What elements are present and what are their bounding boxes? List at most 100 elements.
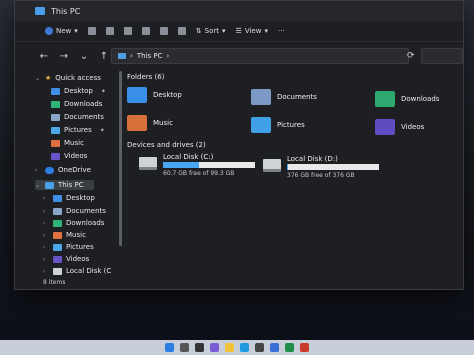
music-icon xyxy=(53,231,62,239)
sidebar-scrollbar[interactable] xyxy=(119,71,122,246)
search-icon[interactable] xyxy=(180,343,189,352)
sidebar-item-pc-pictures[interactable]: › Pictures xyxy=(43,242,94,252)
sidebar-item-local-disk-c[interactable]: › Local Disk (C:) xyxy=(43,266,111,276)
command-bar: New ▾ ⇅ Sort ▾ ☰ View ▾ ··· xyxy=(15,21,463,42)
chevron-right-icon: › xyxy=(43,219,46,227)
sidebar-item-pc-documents[interactable]: › Documents xyxy=(43,206,106,216)
excel-icon[interactable] xyxy=(285,343,294,352)
drive-usage-bar xyxy=(163,162,255,168)
music-icon xyxy=(51,139,60,147)
content-pane: Folders (6) Desktop Documents Downloads … xyxy=(127,69,461,281)
more-options-icon[interactable]: ··· xyxy=(278,27,285,35)
pc-icon xyxy=(45,181,54,189)
folder-tile-downloads[interactable]: Downloads xyxy=(375,91,439,107)
folder-tile-desktop[interactable]: Desktop xyxy=(127,87,182,103)
cut-icon[interactable] xyxy=(87,27,96,35)
rename-icon[interactable] xyxy=(141,27,150,35)
sidebar-item-onedrive[interactable]: › OneDrive xyxy=(35,165,91,175)
desktop-icon xyxy=(51,87,60,95)
sidebar-item-pictures[interactable]: Pictures ✦ xyxy=(51,125,105,135)
sidebar-item-this-pc[interactable]: ⌄ This PC xyxy=(35,180,94,190)
chevron-down-icon: ⌄ xyxy=(35,181,41,189)
star-icon: ★ xyxy=(45,74,52,82)
back-arrow-icon[interactable]: ← xyxy=(37,51,51,62)
share-icon[interactable] xyxy=(159,27,168,35)
store-icon[interactable] xyxy=(255,343,264,352)
download-icon xyxy=(53,219,62,227)
sidebar-item-pc-videos[interactable]: › Videos xyxy=(43,254,89,264)
taskbar xyxy=(0,340,474,355)
task-view-icon[interactable] xyxy=(195,343,204,352)
edge-icon[interactable] xyxy=(240,343,249,352)
folder-tile-videos[interactable]: Videos xyxy=(375,119,424,135)
sidebar-item-pc-music[interactable]: › Music xyxy=(43,230,86,240)
sidebar-item-pc-downloads[interactable]: › Downloads xyxy=(43,218,104,228)
pin-icon: ✦ xyxy=(110,101,111,108)
document-icon xyxy=(51,113,60,121)
cloud-icon xyxy=(45,166,54,174)
chevron-down-icon: ▾ xyxy=(222,27,226,35)
sort-button[interactable]: ⇅ Sort ▾ xyxy=(196,27,226,35)
chevron-right-icon: › xyxy=(43,267,46,275)
sidebar-item-desktop[interactable]: Desktop ✦ xyxy=(51,86,106,96)
paste-icon[interactable] xyxy=(123,27,132,35)
chevron-down-icon: ▾ xyxy=(264,27,268,35)
refresh-icon[interactable]: ⟳ xyxy=(407,51,415,61)
status-bar: 8 items xyxy=(15,279,65,286)
drive-tile-d[interactable]: Local Disk (D:) 376 GB free of 376 GB xyxy=(263,155,383,185)
sidebar-item-music[interactable]: Music xyxy=(51,138,84,148)
desktop-folder-icon xyxy=(127,87,147,103)
mail-icon[interactable] xyxy=(270,343,279,352)
drive-usage-fill xyxy=(163,162,199,168)
picture-icon xyxy=(53,243,62,251)
desktop-icon xyxy=(53,194,62,202)
sidebar-item-documents[interactable]: Documents ✦ xyxy=(51,112,111,122)
chat-icon[interactable] xyxy=(210,343,219,352)
address-row: ← → ⌄ ↑ › This PC › ⟳ xyxy=(15,45,463,67)
address-bar[interactable]: › This PC › xyxy=(111,48,409,64)
chevron-right-icon: › xyxy=(43,255,46,263)
file-explorer-icon[interactable] xyxy=(225,343,234,352)
sidebar-item-pc-desktop[interactable]: › Desktop xyxy=(43,193,95,203)
copy-icon[interactable] xyxy=(105,27,114,35)
document-icon xyxy=(53,207,62,215)
chevron-right-icon: › xyxy=(43,243,46,251)
chevron-right-icon: › xyxy=(43,207,46,215)
downloads-folder-icon xyxy=(375,91,395,107)
sidebar-item-quick-access[interactable]: ⌄ ★ Quick access xyxy=(35,73,101,83)
search-input[interactable] xyxy=(421,48,463,64)
drive-icon xyxy=(139,157,157,170)
up-arrow-icon[interactable]: ↑ xyxy=(97,51,111,62)
forward-arrow-icon[interactable]: → xyxy=(57,51,71,62)
chevron-down-icon: ▾ xyxy=(74,27,78,35)
pc-icon xyxy=(118,53,126,59)
file-explorer-window: This PC New ▾ ⇅ Sort ▾ ☰ View ▾ ··· ← → … xyxy=(14,0,464,290)
folders-group-title[interactable]: Folders (6) xyxy=(127,73,164,81)
start-icon[interactable] xyxy=(165,343,174,352)
folder-tile-pictures[interactable]: Pictures xyxy=(251,117,305,133)
navigation-pane: ⌄ ★ Quick access Desktop ✦ Downloads ✦ D… xyxy=(15,69,111,279)
recent-chevron-icon[interactable]: ⌄ xyxy=(77,51,91,62)
folder-tile-documents[interactable]: Documents xyxy=(251,89,317,105)
delete-icon[interactable] xyxy=(177,27,186,35)
music-folder-icon xyxy=(127,115,147,131)
sidebar-item-downloads[interactable]: Downloads ✦ xyxy=(51,99,111,109)
drive-usage-fill xyxy=(287,164,288,170)
pin-icon: ✦ xyxy=(99,126,105,134)
chevron-down-icon: ⌄ xyxy=(35,74,41,82)
breadcrumb-separator: › xyxy=(130,52,133,60)
devices-group-title[interactable]: Devices and drives (2) xyxy=(127,141,206,149)
breadcrumb-this-pc[interactable]: This PC xyxy=(137,52,163,60)
folder-tile-music[interactable]: Music xyxy=(127,115,173,131)
view-icon: ☰ xyxy=(235,27,242,35)
download-icon xyxy=(51,100,60,108)
sidebar-item-videos[interactable]: Videos xyxy=(51,151,87,161)
pin-icon: ✦ xyxy=(100,87,106,95)
pictures-folder-icon xyxy=(251,117,271,133)
new-button[interactable]: New ▾ xyxy=(45,27,78,35)
drive-tile-c[interactable]: Local Disk (C:) 60.7 GB free of 99.3 GB xyxy=(139,153,259,183)
documents-folder-icon xyxy=(251,89,271,105)
view-button[interactable]: ☰ View ▾ xyxy=(236,27,268,35)
videos-folder-icon xyxy=(375,119,395,135)
powerpoint-icon[interactable] xyxy=(300,343,309,352)
